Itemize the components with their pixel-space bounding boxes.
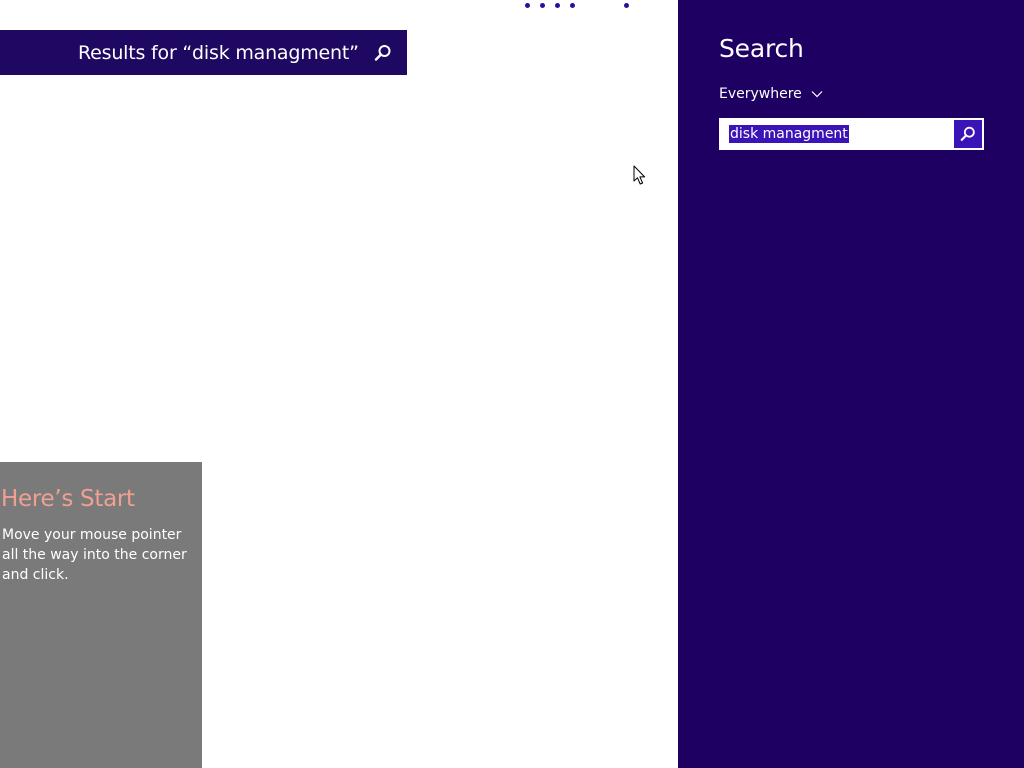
search-button[interactable] bbox=[954, 120, 982, 148]
start-tip-card: Here’s Start Move your mouse pointer all… bbox=[0, 462, 202, 768]
progress-dot bbox=[624, 3, 629, 8]
results-title: Results for “disk managment” bbox=[78, 41, 359, 64]
search-scope-dropdown[interactable]: Everywhere bbox=[719, 86, 823, 102]
search-box: disk managment bbox=[719, 118, 984, 150]
search-icon bbox=[960, 126, 975, 141]
search-charm-pane: Search Everywhere disk managment bbox=[678, 0, 1024, 768]
results-header: Results for “disk managment” bbox=[0, 30, 407, 75]
chevron-down-icon bbox=[811, 91, 823, 98]
mouse-cursor-icon bbox=[633, 165, 646, 185]
progress-dot bbox=[570, 3, 575, 8]
progress-dot bbox=[555, 3, 560, 8]
progress-dot bbox=[525, 3, 530, 8]
charm-title: Search bbox=[719, 34, 804, 63]
search-input[interactable]: disk managment bbox=[721, 120, 954, 148]
screen: Results for “disk managment” Here’s Star… bbox=[0, 0, 1024, 768]
search-scope-label: Everywhere bbox=[719, 86, 802, 102]
progress-dot bbox=[540, 3, 545, 8]
tip-title: Here’s Start bbox=[1, 486, 135, 512]
tip-body: Move your mouse pointer all the way into… bbox=[2, 527, 187, 583]
search-icon[interactable] bbox=[373, 43, 393, 63]
search-query-text: disk managment bbox=[729, 125, 849, 143]
loading-progress-dots bbox=[0, 0, 678, 12]
